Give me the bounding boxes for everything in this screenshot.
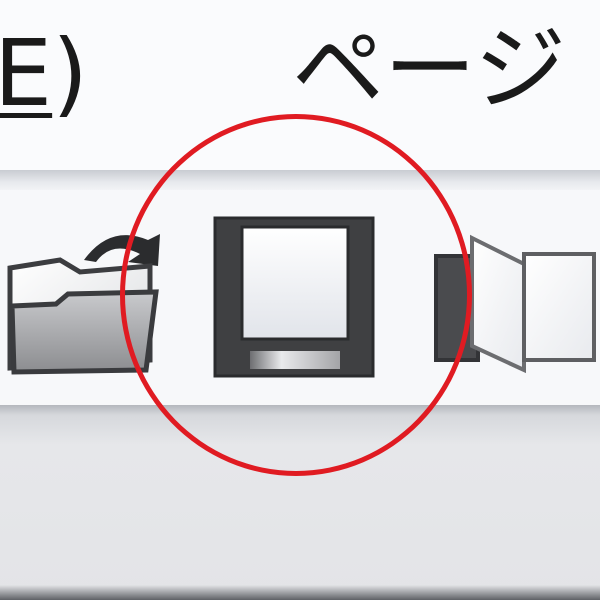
floppy-disk-icon: [213, 216, 375, 378]
menu-toolbar-separator: [0, 170, 600, 190]
menu-page[interactable]: ページ: [292, 10, 566, 130]
menu-edit[interactable]: E): [0, 14, 88, 134]
folder-open-icon: [7, 234, 160, 375]
page-next-icon: [434, 234, 596, 374]
toolbar-bottom-band: [0, 405, 600, 600]
save-button[interactable]: [212, 215, 378, 380]
open-button[interactable]: [0, 220, 170, 380]
menu-edit-mnemonic: E: [0, 20, 53, 127]
menu-edit-paren: ): [52, 20, 89, 127]
menu-bar: E) ページ: [0, 0, 600, 170]
next-page-button[interactable]: [432, 228, 600, 378]
window-bottom-edge: [0, 585, 600, 600]
